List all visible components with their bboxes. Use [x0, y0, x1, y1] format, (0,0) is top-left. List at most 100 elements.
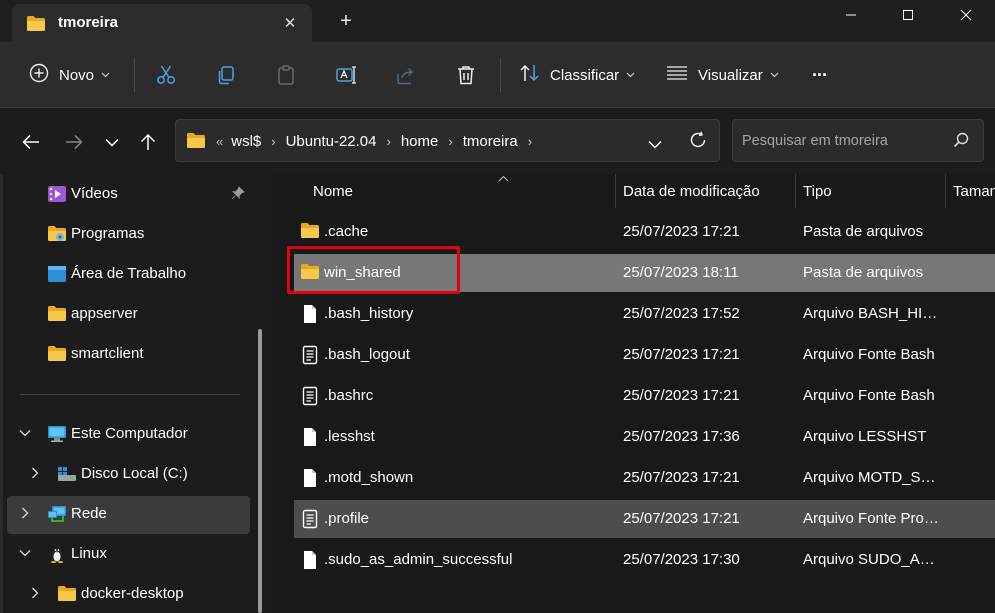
nav-item-rede[interactable]: Rede — [7, 496, 250, 534]
nav-label: smartclient — [71, 345, 144, 362]
nav-item-disco-local[interactable]: Disco Local (C:) — [7, 456, 250, 492]
minimize-button[interactable] — [826, 0, 876, 30]
copy-icon[interactable] — [214, 63, 238, 87]
chevron-right-icon[interactable] — [28, 586, 42, 600]
file-row-profile[interactable]: .profile 25/07/2023 17:21 Arquivo Fonte … — [294, 500, 995, 538]
nav-label: appserver — [71, 305, 138, 322]
file-row-bash-logout[interactable]: .bash_logout 25/07/2023 17:21 Arquivo Fo… — [294, 336, 995, 374]
file-date: 25/07/2023 18:11 — [623, 264, 739, 281]
breadcrumb-separator[interactable]: › — [448, 134, 452, 149]
chevron-down-icon[interactable] — [18, 546, 32, 560]
nav-label: Vídeos — [71, 185, 118, 202]
new-tab-button[interactable]: + — [333, 8, 359, 34]
nav-item-este-computador[interactable]: Este Computador — [7, 416, 250, 452]
file-date: 25/07/2023 17:21 — [623, 469, 740, 486]
sort-button[interactable]: Classificar — [519, 60, 635, 90]
file-row-lesshst[interactable]: .lesshst 25/07/2023 17:36 Arquivo LESSHS… — [294, 418, 995, 456]
file-icon — [300, 550, 320, 570]
list-view-icon — [666, 65, 688, 85]
chevron-down-icon[interactable] — [18, 426, 32, 440]
column-header-size[interactable]: Taman — [953, 174, 995, 208]
file-row-win-shared[interactable]: win_shared 25/07/2023 18:11 Pasta de arq… — [294, 254, 995, 292]
column-separator[interactable] — [945, 174, 946, 208]
breadcrumb-separator[interactable]: › — [387, 134, 391, 149]
breadcrumb-wsl[interactable]: wsl$ — [231, 133, 261, 150]
nav-item-smartclient[interactable]: smartclient — [7, 336, 250, 372]
maximize-button[interactable] — [883, 0, 933, 30]
file-name: .bashrc — [324, 387, 374, 404]
paste-icon[interactable] — [274, 63, 298, 87]
nav-item-docker-desktop[interactable]: docker-desktop — [7, 576, 250, 612]
view-button[interactable]: Visualizar — [666, 60, 779, 90]
folder-icon — [300, 222, 320, 242]
breadcrumb-separator[interactable]: › — [271, 134, 275, 149]
refresh-icon[interactable] — [689, 131, 707, 152]
file-name: .bash_logout — [324, 346, 410, 363]
file-row-motd-shown[interactable]: .motd_shown 25/07/2023 17:21 Arquivo MOT… — [294, 459, 995, 497]
chevron-down-icon — [101, 70, 110, 81]
file-type: Arquivo Fonte Bash — [803, 387, 935, 404]
breadcrumb-ubuntu[interactable]: Ubuntu-22.04 — [286, 133, 377, 150]
close-window-button[interactable] — [941, 0, 991, 30]
file-date: 25/07/2023 17:21 — [623, 387, 740, 404]
file-type: Pasta de arquivos — [803, 223, 924, 240]
close-tab-icon[interactable]: ✕ — [278, 12, 302, 36]
chevron-right-icon[interactable] — [18, 506, 32, 520]
tab-title: tmoreira — [58, 14, 119, 31]
column-separator[interactable] — [615, 174, 616, 208]
nav-item-videos[interactable]: Vídeos — [7, 176, 250, 212]
nav-label: Programas — [71, 225, 145, 242]
breadcrumb-tmoreira[interactable]: tmoreira — [463, 133, 518, 150]
column-header-date[interactable]: Data de modificação — [623, 174, 793, 208]
file-date: 25/07/2023 17:30 — [623, 551, 740, 568]
nav-scrollbar[interactable] — [258, 329, 262, 613]
file-type: Arquivo Fonte Bash — [803, 346, 935, 363]
up-button[interactable] — [134, 128, 162, 156]
more-options-icon[interactable]: ··· — [812, 60, 828, 90]
search-input[interactable] — [742, 130, 947, 152]
tab-tmoreira[interactable]: tmoreira ✕ — [12, 4, 312, 42]
file-type: Arquivo Fonte Profile — [803, 510, 943, 527]
search-icon[interactable] — [953, 132, 969, 151]
file-list: Nome Data de modificação Tipo Taman .cac… — [272, 174, 995, 613]
file-type: Arquivo BASH_HISTORY — [803, 305, 943, 322]
title-bar: tmoreira ✕ + — [0, 0, 995, 42]
search-box[interactable] — [732, 119, 984, 162]
recent-locations-button[interactable] — [98, 128, 126, 156]
nav-label: Rede — [71, 505, 107, 522]
column-header-name[interactable]: Nome — [313, 174, 613, 208]
toolbar-divider — [134, 58, 135, 92]
cut-icon[interactable] — [154, 63, 178, 87]
pin-icon[interactable] — [231, 186, 245, 203]
file-row-cache[interactable]: .cache 25/07/2023 17:21 Pasta de arquivo… — [294, 213, 995, 251]
file-type: Arquivo SUDO_AS_ADMIN — [803, 551, 943, 568]
forward-button[interactable] — [60, 128, 88, 156]
back-button[interactable] — [17, 128, 45, 156]
chevron-down-icon[interactable] — [648, 136, 662, 152]
chevron-right-icon[interactable] — [28, 466, 42, 480]
file-row-bashrc[interactable]: .bashrc 25/07/2023 17:21 Arquivo Fonte B… — [294, 377, 995, 415]
new-button[interactable]: Novo — [29, 60, 110, 90]
column-header-type[interactable]: Tipo — [803, 174, 943, 208]
column-separator[interactable] — [795, 174, 796, 208]
file-name: .bash_history — [324, 305, 414, 322]
breadcrumb-home[interactable]: home — [401, 133, 439, 150]
folder-icon — [47, 305, 67, 323]
breadcrumb-overflow[interactable]: « — [216, 134, 223, 149]
nav-item-desktop[interactable]: Área de Trabalho — [7, 256, 250, 292]
file-row-bash-history[interactable]: .bash_history 25/07/2023 17:52 Arquivo B… — [294, 295, 995, 333]
file-row-sudo-as-admin[interactable]: .sudo_as_admin_successful 25/07/2023 17:… — [294, 541, 995, 579]
rename-icon[interactable] — [334, 63, 358, 87]
file-date: 25/07/2023 17:36 — [623, 428, 740, 445]
address-bar[interactable]: « wsl$ › Ubuntu-22.04 › home › tmoreira … — [175, 119, 720, 162]
sort-ascending-icon — [498, 174, 509, 185]
navigation-pane: Vídeos Programas Área de Trabalho appser… — [0, 174, 272, 613]
file-date: 25/07/2023 17:21 — [623, 346, 740, 363]
share-icon[interactable] — [394, 63, 418, 87]
nav-item-appserver[interactable]: appserver — [7, 296, 250, 332]
nav-item-linux[interactable]: Linux — [7, 536, 250, 572]
file-icon — [300, 304, 320, 324]
breadcrumb-separator[interactable]: › — [528, 134, 532, 149]
delete-icon[interactable] — [454, 63, 478, 87]
nav-item-programas[interactable]: Programas — [7, 216, 250, 252]
